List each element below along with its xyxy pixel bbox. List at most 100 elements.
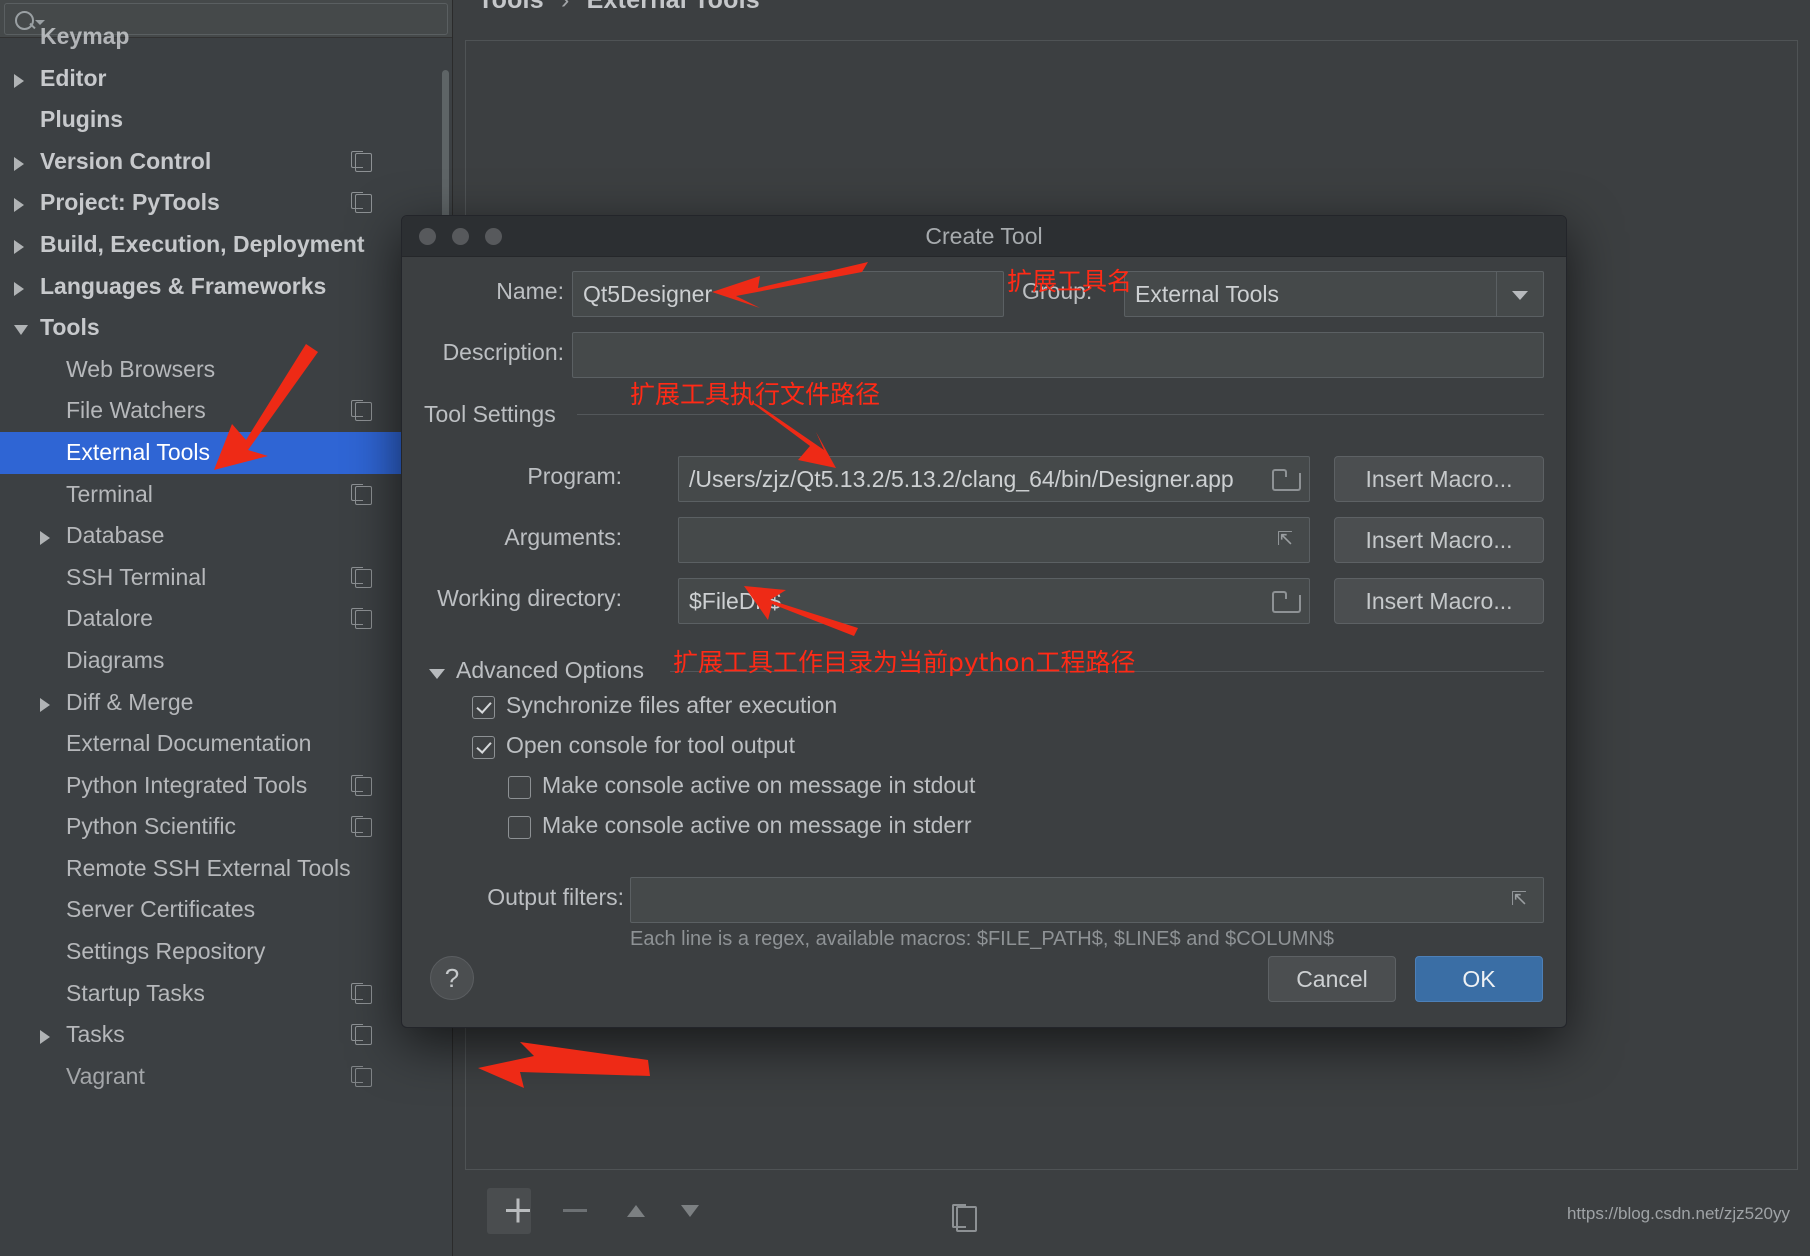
sidebar-item-settings-repository[interactable]: Settings Repository bbox=[0, 931, 452, 973]
output-filters-label: Output filters: bbox=[487, 884, 624, 910]
expand-icon[interactable]: ⇱ bbox=[1511, 890, 1531, 911]
checkbox-label: Make console active on message in stderr bbox=[542, 812, 972, 838]
copy-settings-icon[interactable] bbox=[351, 982, 372, 1004]
sidebar-item-label: Plugins bbox=[40, 106, 124, 133]
chevron-right-icon[interactable] bbox=[14, 281, 24, 296]
chevron-right-icon[interactable] bbox=[14, 156, 24, 171]
description-input[interactable] bbox=[572, 332, 1544, 378]
chevron-right-icon[interactable] bbox=[40, 697, 50, 712]
chevron-down-icon[interactable] bbox=[429, 669, 445, 679]
sidebar-item-label: SSH Terminal bbox=[66, 563, 207, 590]
arguments-input[interactable]: ⇱ bbox=[678, 517, 1310, 563]
settings-sidebar: Keymap Editor Plugins Version Control Projec… bbox=[0, 0, 453, 1256]
help-button[interactable]: ? bbox=[430, 956, 474, 1000]
checkbox-label: Synchronize files after execution bbox=[506, 692, 838, 718]
checkbox-make-console-active-on-message-in-stderr[interactable] bbox=[508, 816, 531, 839]
sidebar-item-server-certificates[interactable]: Server Certificates bbox=[0, 889, 452, 931]
copy-settings-icon[interactable] bbox=[351, 483, 372, 505]
tool-settings-divider bbox=[577, 414, 1544, 415]
sidebar-item-label: Datalore bbox=[66, 605, 153, 632]
chevron-down-icon[interactable] bbox=[14, 325, 28, 342]
sidebar-item-tools[interactable]: Tools bbox=[0, 307, 452, 349]
sidebar-item-file-watchers[interactable]: File Watchers bbox=[0, 390, 452, 432]
sidebar-item-python-integrated-tools[interactable]: Python Integrated Tools bbox=[0, 765, 452, 807]
sidebar-item-python-scientific[interactable]: Python Scientific bbox=[0, 806, 452, 848]
working-directory-value: $FileDir$ bbox=[689, 588, 782, 614]
copy-settings-icon[interactable] bbox=[351, 816, 372, 838]
sidebar-item-remote-ssh-external-tools[interactable]: Remote SSH External Tools bbox=[0, 848, 452, 890]
insert-macro-program-button[interactable]: Insert Macro... bbox=[1334, 456, 1544, 502]
sidebar-item-project-pytools[interactable]: Project: PyTools bbox=[0, 182, 452, 224]
breadcrumb-parent[interactable]: Tools bbox=[478, 0, 544, 14]
copy-settings-icon[interactable] bbox=[351, 150, 372, 172]
sidebar-item-startup-tasks[interactable]: Startup Tasks bbox=[0, 973, 452, 1015]
sidebar-item-tasks[interactable]: Tasks bbox=[0, 1014, 452, 1056]
ok-button[interactable]: OK bbox=[1415, 956, 1543, 1002]
copy-settings-icon[interactable] bbox=[351, 566, 372, 588]
output-filters-input[interactable]: ⇱ bbox=[630, 877, 1544, 923]
sidebar-item-keymap[interactable]: Keymap bbox=[0, 16, 452, 58]
checkbox-label: Open console for tool output bbox=[506, 732, 795, 758]
settings-tree[interactable]: Keymap Editor Plugins Version Control Projec… bbox=[0, 16, 452, 1234]
chevron-right-icon[interactable] bbox=[40, 1030, 50, 1045]
copy-tool-button[interactable] bbox=[705, 1188, 977, 1234]
checkbox-make-console-active-on-message-in-stdout[interactable] bbox=[508, 776, 531, 799]
working-directory-input[interactable]: $FileDir$ bbox=[678, 578, 1310, 624]
sidebar-item-editor[interactable]: Editor bbox=[0, 58, 452, 100]
sidebar-item-label: Python Scientific bbox=[66, 813, 237, 840]
sidebar-item-diagrams[interactable]: Diagrams bbox=[0, 640, 452, 682]
sidebar-item-label: File Watchers bbox=[66, 397, 206, 424]
advanced-options-label[interactable]: Advanced Options bbox=[456, 657, 644, 684]
expand-icon[interactable]: ⇱ bbox=[1277, 530, 1297, 551]
copy-settings-icon[interactable] bbox=[351, 1024, 372, 1046]
copy-settings-icon[interactable] bbox=[351, 774, 372, 796]
chevron-down-icon[interactable] bbox=[1496, 272, 1543, 316]
sidebar-item-external-documentation[interactable]: External Documentation bbox=[0, 723, 452, 765]
copy-settings-icon[interactable] bbox=[351, 608, 372, 630]
arrow-down-icon bbox=[681, 1205, 699, 1217]
sidebar-item-database[interactable]: Database bbox=[0, 515, 452, 557]
sidebar-item-plugins[interactable]: Plugins bbox=[0, 99, 452, 141]
checkbox-synchronize-files-after-execution[interactable] bbox=[472, 696, 495, 719]
plus-icon-vertical bbox=[516, 1198, 520, 1223]
sidebar-item-diff-merge[interactable]: Diff & Merge bbox=[0, 682, 452, 724]
add-tool-button[interactable] bbox=[487, 1188, 531, 1234]
insert-macro-arguments-button[interactable]: Insert Macro... bbox=[1334, 517, 1544, 563]
program-input[interactable]: /Users/zjz/Qt5.13.2/5.13.2/clang_64/bin/… bbox=[678, 456, 1310, 502]
sidebar-item-web-browsers[interactable]: Web Browsers bbox=[0, 349, 452, 391]
remove-tool-button[interactable] bbox=[553, 1188, 597, 1234]
sidebar-item-version-control[interactable]: Version Control bbox=[0, 141, 452, 183]
copy-settings-icon[interactable] bbox=[351, 400, 372, 422]
sidebar-item-terminal[interactable]: Terminal bbox=[0, 474, 452, 516]
move-up-button[interactable] bbox=[617, 1188, 661, 1234]
program-input-value: /Users/zjz/Qt5.13.2/5.13.2/clang_64/bin/… bbox=[689, 466, 1234, 492]
group-combobox[interactable]: External Tools bbox=[1124, 271, 1544, 317]
sidebar-item-vagrant[interactable]: Vagrant bbox=[0, 1056, 452, 1098]
sidebar-item-build-execution-deployment[interactable]: Build, Execution, Deployment bbox=[0, 224, 452, 266]
chevron-right-icon[interactable] bbox=[14, 239, 24, 254]
sidebar-item-languages-frameworks[interactable]: Languages & Frameworks bbox=[0, 266, 452, 308]
sidebar-item-ssh-terminal[interactable]: SSH Terminal bbox=[0, 557, 452, 599]
sidebar-item-external-tools[interactable]: External Tools bbox=[0, 431, 452, 474]
folder-icon[interactable] bbox=[1272, 469, 1301, 491]
annotation-text: 扩展工具执行文件路径 bbox=[630, 380, 881, 409]
create-tool-dialog: Create Tool Name: Qt5Designer Group: Ext… bbox=[401, 215, 1567, 1028]
sidebar-item-datalore[interactable]: Datalore bbox=[0, 598, 452, 640]
group-combobox-value: External Tools bbox=[1135, 281, 1280, 307]
cancel-button[interactable]: Cancel bbox=[1268, 956, 1396, 1002]
chevron-right-icon[interactable] bbox=[14, 198, 24, 213]
name-input[interactable]: Qt5Designer bbox=[572, 271, 1004, 317]
sidebar-item-label: Editor bbox=[40, 64, 107, 91]
breadcrumb: Tools › External Tools bbox=[478, 0, 760, 15]
checkbox-open-console-for-tool-output[interactable] bbox=[472, 736, 495, 759]
insert-macro-working-dir-button[interactable]: Insert Macro... bbox=[1334, 578, 1544, 624]
copy-settings-icon[interactable] bbox=[351, 192, 372, 214]
copy-settings-icon[interactable] bbox=[351, 1065, 372, 1087]
minus-icon bbox=[563, 1209, 587, 1212]
working-directory-label: Working directory: bbox=[437, 585, 622, 611]
annotation-text: 扩展工具名 bbox=[1007, 267, 1133, 296]
chevron-right-icon[interactable] bbox=[40, 531, 50, 546]
chevron-right-icon[interactable] bbox=[14, 73, 24, 88]
annotation-text: 扩展工具工作目录为当前python工程路径 bbox=[673, 648, 1136, 677]
folder-icon[interactable] bbox=[1272, 591, 1301, 613]
